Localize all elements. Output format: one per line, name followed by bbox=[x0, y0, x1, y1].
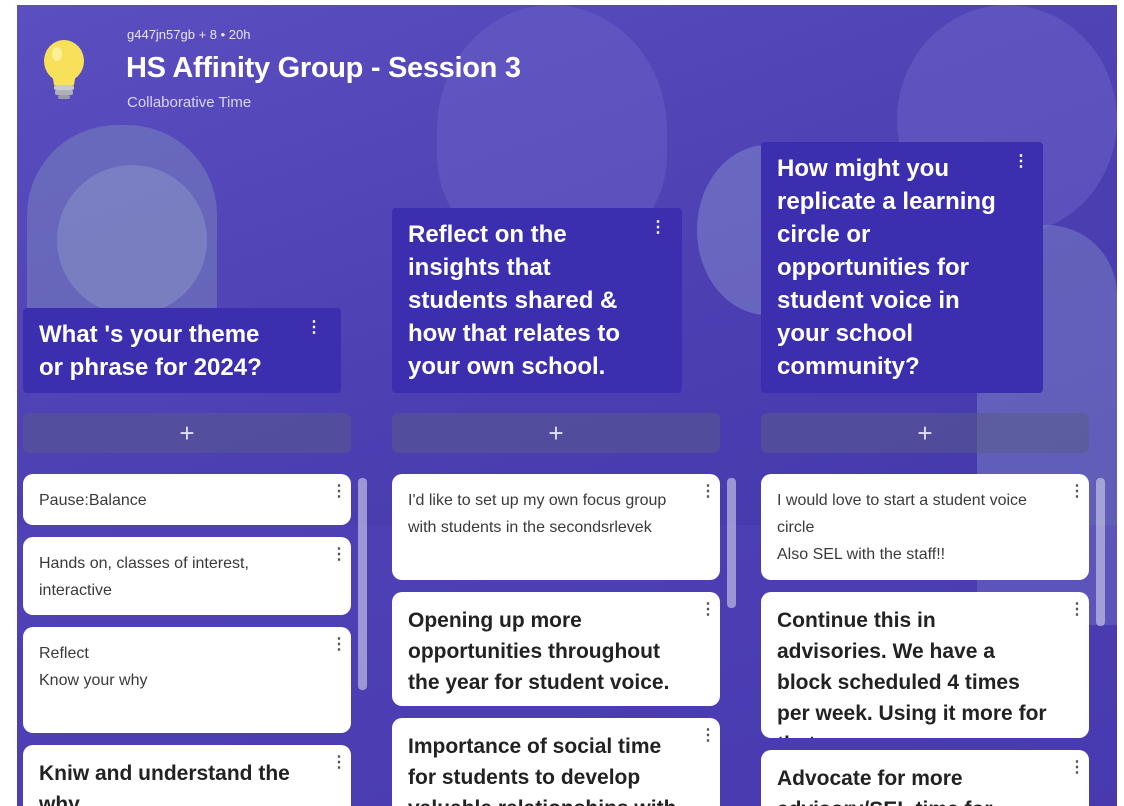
column-title: What 's your theme or phrase for 2024? bbox=[39, 321, 262, 381]
post-card[interactable]: Continue this in advisories. We have a b… bbox=[761, 592, 1089, 738]
kebab-menu-icon[interactable]: ⋮ bbox=[700, 602, 716, 618]
add-post-button[interactable]: + bbox=[392, 413, 720, 453]
board-title: HS Affinity Group - Session 3 bbox=[126, 52, 521, 84]
kebab-menu-icon[interactable]: ⋮ bbox=[331, 755, 347, 771]
kebab-menu-icon[interactable]: ⋮ bbox=[331, 637, 347, 653]
post-text: Hands on, classes of interest, interacti… bbox=[39, 555, 249, 599]
post-text: Advocate for more advisory/SEL time for bbox=[777, 767, 993, 806]
column-scrollbar[interactable] bbox=[1096, 478, 1105, 626]
column-title: How might you replicate a learning circl… bbox=[777, 155, 996, 380]
lightbulb-icon bbox=[44, 40, 84, 99]
post-text: Importance of social time for students t… bbox=[408, 735, 676, 806]
column-scrollbar[interactable] bbox=[358, 478, 367, 690]
add-post-button[interactable]: + bbox=[23, 413, 351, 453]
post-text: Kniw and understand the why. bbox=[39, 762, 290, 806]
kebab-menu-icon[interactable]: ⋮ bbox=[306, 320, 322, 336]
post-card[interactable]: Opening up more opportunities throughout… bbox=[392, 592, 720, 706]
column-header-replicate: How might you replicate a learning circl… bbox=[761, 142, 1043, 393]
post-card[interactable]: Reflect Know your why ⋮ bbox=[23, 627, 351, 733]
padlet-board: g447jn57gb + 8 • 20h HS Affinity Group -… bbox=[17, 5, 1117, 806]
plus-icon: + bbox=[548, 418, 564, 448]
column-scrollbar[interactable] bbox=[727, 478, 736, 608]
post-text: Continue this in advisories. We have a b… bbox=[777, 609, 1047, 738]
post-card[interactable]: Pause:Balance ⋮ bbox=[23, 474, 351, 525]
column-title: Reflect on the insights that students sh… bbox=[408, 221, 621, 380]
post-text: Opening up more opportunities throughout… bbox=[408, 609, 670, 694]
background-silhouette bbox=[57, 165, 207, 315]
post-card[interactable]: Kniw and understand the why. ⋮ bbox=[23, 745, 351, 806]
post-text: I'd like to set up my own focus group wi… bbox=[408, 492, 667, 536]
post-text: I would love to start a student voice ci… bbox=[777, 492, 1027, 563]
kebab-menu-icon[interactable]: ⋮ bbox=[331, 484, 347, 500]
post-card[interactable]: I'd like to set up my own focus group wi… bbox=[392, 474, 720, 580]
add-post-button[interactable]: + bbox=[761, 413, 1089, 453]
post-card[interactable]: Hands on, classes of interest, interacti… bbox=[23, 537, 351, 615]
post-text: Reflect Know your why bbox=[39, 645, 148, 689]
kebab-menu-icon[interactable]: ⋮ bbox=[1069, 484, 1085, 500]
column-header-reflect: Reflect on the insights that students sh… bbox=[392, 208, 682, 393]
plus-icon: + bbox=[179, 418, 195, 448]
board-meta: g447jn57gb + 8 • 20h bbox=[127, 27, 251, 42]
post-card[interactable]: I would love to start a student voice ci… bbox=[761, 474, 1089, 580]
post-text: Pause:Balance bbox=[39, 492, 147, 509]
kebab-menu-icon[interactable]: ⋮ bbox=[650, 220, 666, 236]
kebab-menu-icon[interactable]: ⋮ bbox=[1069, 760, 1085, 776]
kebab-menu-icon[interactable]: ⋮ bbox=[331, 547, 347, 563]
kebab-menu-icon[interactable]: ⋮ bbox=[1013, 154, 1029, 170]
column-header-theme: What 's your theme or phrase for 2024? ⋮ bbox=[23, 308, 341, 393]
post-card[interactable]: Advocate for more advisory/SEL time for … bbox=[761, 750, 1089, 806]
kebab-menu-icon[interactable]: ⋮ bbox=[700, 484, 716, 500]
kebab-menu-icon[interactable]: ⋮ bbox=[700, 728, 716, 744]
board-subtitle: Collaborative Time bbox=[127, 94, 252, 111]
kebab-menu-icon[interactable]: ⋮ bbox=[1069, 602, 1085, 618]
plus-icon: + bbox=[917, 418, 933, 448]
post-card[interactable]: Importance of social time for students t… bbox=[392, 718, 720, 806]
